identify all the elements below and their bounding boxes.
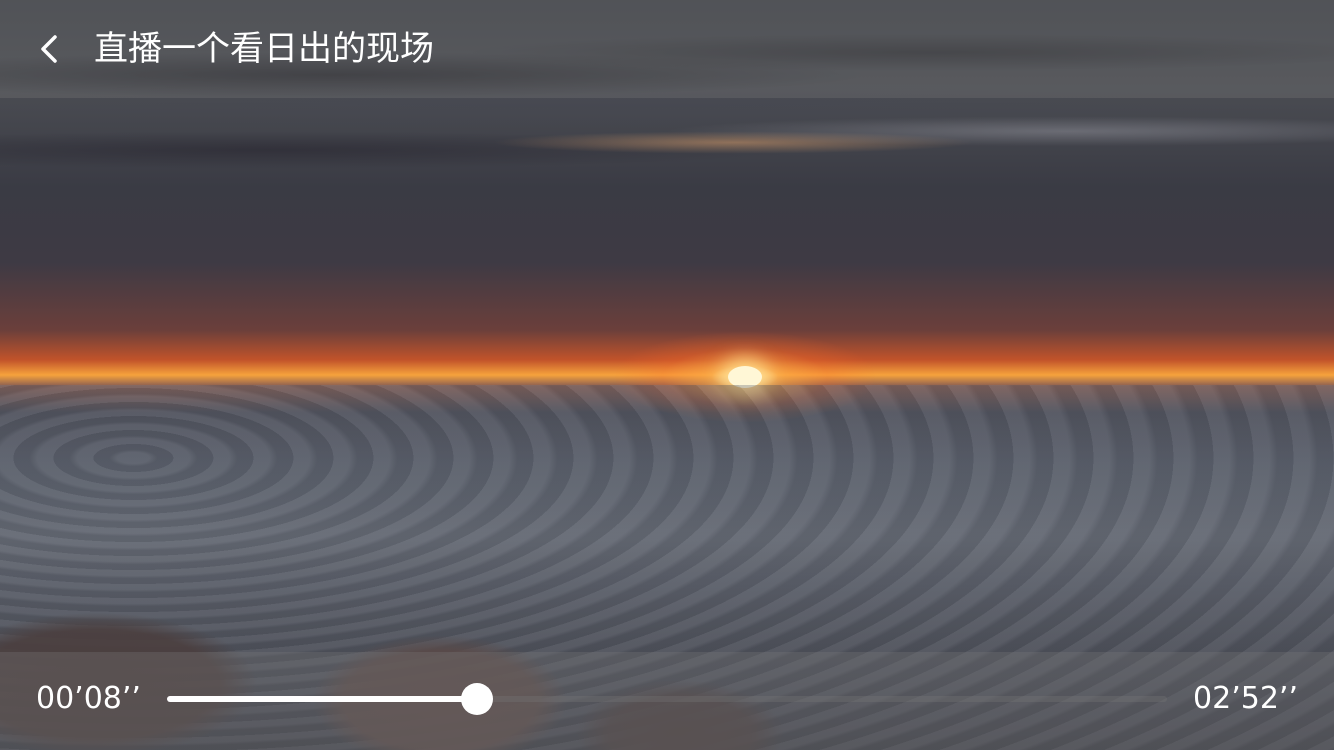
elapsed-time: 00’08’’ — [36, 681, 141, 716]
top-bar: 直播一个看日出的现场 — [0, 0, 1334, 98]
page-title: 直播一个看日出的现场 — [94, 29, 434, 69]
total-time: 02’52’’ — [1193, 681, 1298, 716]
video-frame-sunrise[interactable] — [0, 0, 1334, 750]
progress-bar[interactable] — [167, 683, 1167, 715]
chevron-left-icon — [41, 35, 57, 63]
progress-fill — [167, 696, 477, 702]
progress-thumb[interactable] — [461, 683, 493, 715]
back-button[interactable] — [40, 35, 58, 63]
video-player[interactable]: 直播一个看日出的现场 00’08’’ 02’52’’ — [0, 0, 1334, 750]
